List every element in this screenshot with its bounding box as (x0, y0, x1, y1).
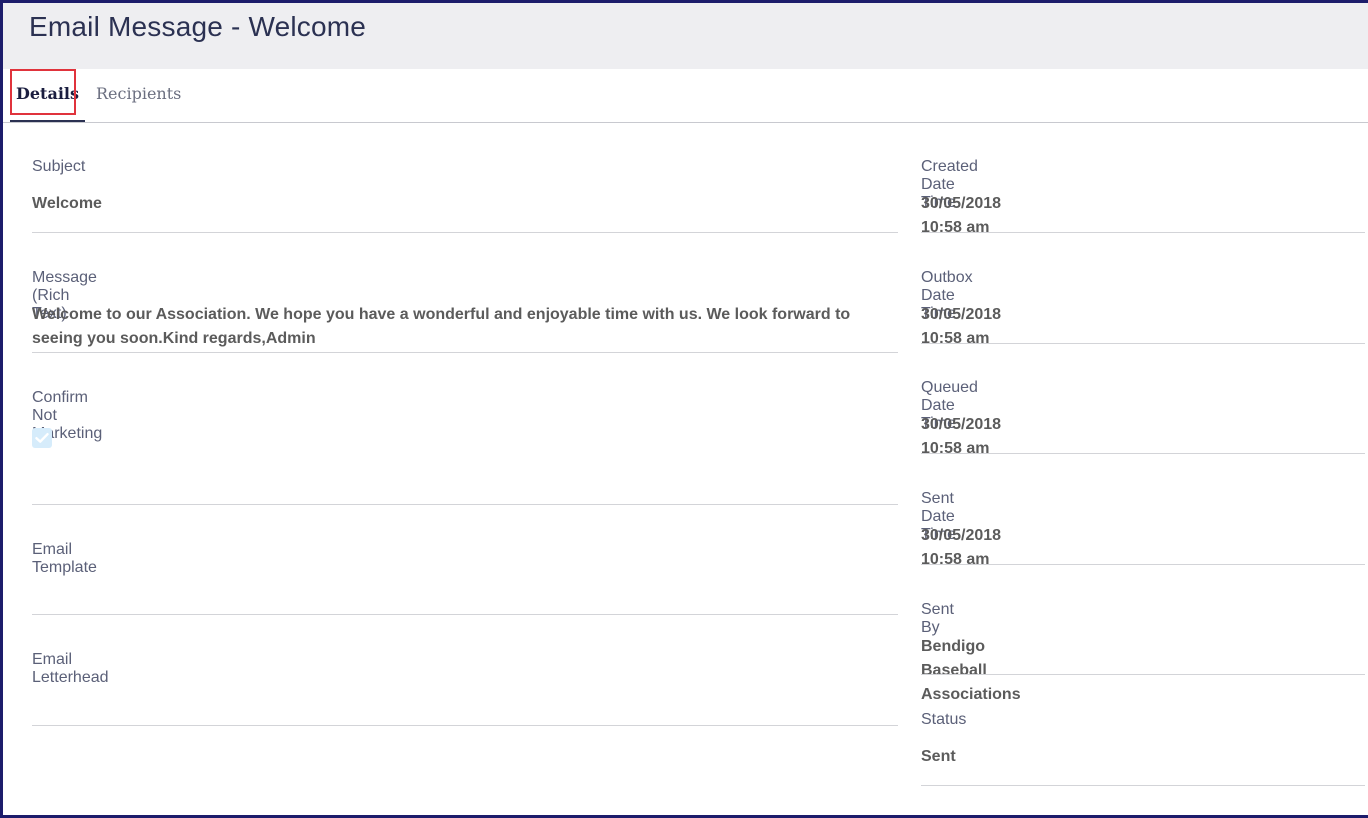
divider (32, 614, 898, 615)
field-label: Email Template (32, 541, 97, 576)
divider (32, 352, 898, 353)
divider (921, 674, 1365, 675)
tab-recipients-label: Recipients (96, 84, 182, 103)
tab-recipients[interactable]: Recipients (96, 69, 181, 121)
tab-highlight-box (10, 69, 76, 115)
page-header: Email Message - Welcome (3, 3, 1368, 69)
divider (921, 785, 1365, 786)
tab-details[interactable]: Details (10, 69, 85, 122)
field-value: Bendigo Baseball Associations (921, 638, 1021, 703)
divider (32, 504, 898, 505)
field-label: Status (921, 711, 967, 728)
field-label: Sent By (921, 601, 954, 636)
divider (921, 343, 1365, 344)
tab-bar: Details Recipients (3, 69, 1368, 123)
field-label: Email Letterhead (32, 651, 109, 686)
field-value: Welcome to our Association. We hope you … (32, 306, 851, 347)
divider (921, 453, 1365, 454)
divider (921, 564, 1365, 565)
confirm-not-marketing-checkbox[interactable] (32, 428, 52, 448)
status-value: Sent (921, 748, 956, 765)
field-label: Subject (32, 158, 86, 175)
divider (32, 725, 898, 726)
divider (32, 232, 898, 233)
divider (921, 232, 1365, 233)
page-title: Email Message - Welcome (29, 11, 367, 42)
check-icon (35, 433, 49, 443)
field-value: Welcome (32, 195, 102, 212)
